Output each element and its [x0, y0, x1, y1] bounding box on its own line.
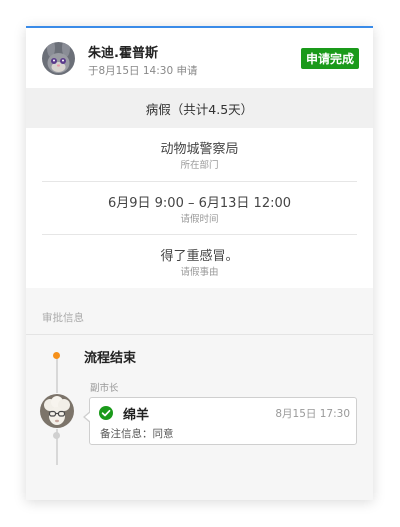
timeline-end-dot: [53, 352, 60, 359]
approver-avatar[interactable]: [40, 394, 74, 428]
leave-type-summary: 病假（共计4.5天）: [26, 88, 373, 128]
department-value: 动物城警察局: [160, 142, 239, 157]
approval-record-card: 绵羊 8月15日 17:30 备注信息：同意: [83, 397, 357, 445]
approval-remark: 备注信息：同意: [100, 428, 174, 440]
applicant-name: 朱迪.霍普斯: [88, 46, 158, 61]
info-row-department: 动物城警察局 所在部门: [42, 128, 357, 180]
status-badge: 申请完成: [300, 48, 359, 69]
timeline-line-upper: [56, 357, 58, 393]
section-divider: [26, 334, 373, 335]
applicant-header: 朱迪.霍普斯 于8月15日 14:30 申请 申请完成: [26, 26, 373, 88]
info-row-leave-time: 6月9日 9:00 – 6月13日 12:00 请假时间: [42, 181, 357, 234]
leave-info-list: 动物城警察局 所在部门 6月9日 9:00 – 6月13日 12:00 请假时间…: [26, 128, 373, 288]
sheep-avatar-icon: [40, 394, 74, 428]
card-pointer-fill: [85, 412, 91, 422]
apply-time: 于8月15日 14:30 申请: [88, 65, 198, 77]
bunny-avatar-icon: [42, 42, 75, 75]
leave-reason-label: 请假事由: [180, 267, 219, 278]
flow-end-label: 流程结束: [84, 351, 137, 366]
timeline-node-dot: [53, 432, 60, 439]
leave-detail-card: 朱迪.霍普斯 于8月15日 14:30 申请 申请完成 病假（共计4.5天） 动…: [26, 26, 373, 500]
check-circle-icon: [99, 406, 113, 420]
approve-time: 8月15日 17:30: [275, 408, 350, 420]
approval-section-title: 审批信息: [42, 312, 84, 324]
approver-name: 绵羊: [123, 408, 150, 423]
leave-time-label: 请假时间: [180, 214, 219, 225]
leave-reason-value: 得了重感冒。: [160, 249, 239, 264]
applicant-avatar[interactable]: [42, 42, 75, 75]
info-row-leave-reason: 得了重感冒。 请假事由: [42, 234, 357, 287]
approver-role: 副市长: [90, 383, 119, 394]
leave-time-value: 6月9日 9:00 – 6月13日 12:00: [107, 196, 292, 211]
department-label: 所在部门: [180, 160, 219, 171]
